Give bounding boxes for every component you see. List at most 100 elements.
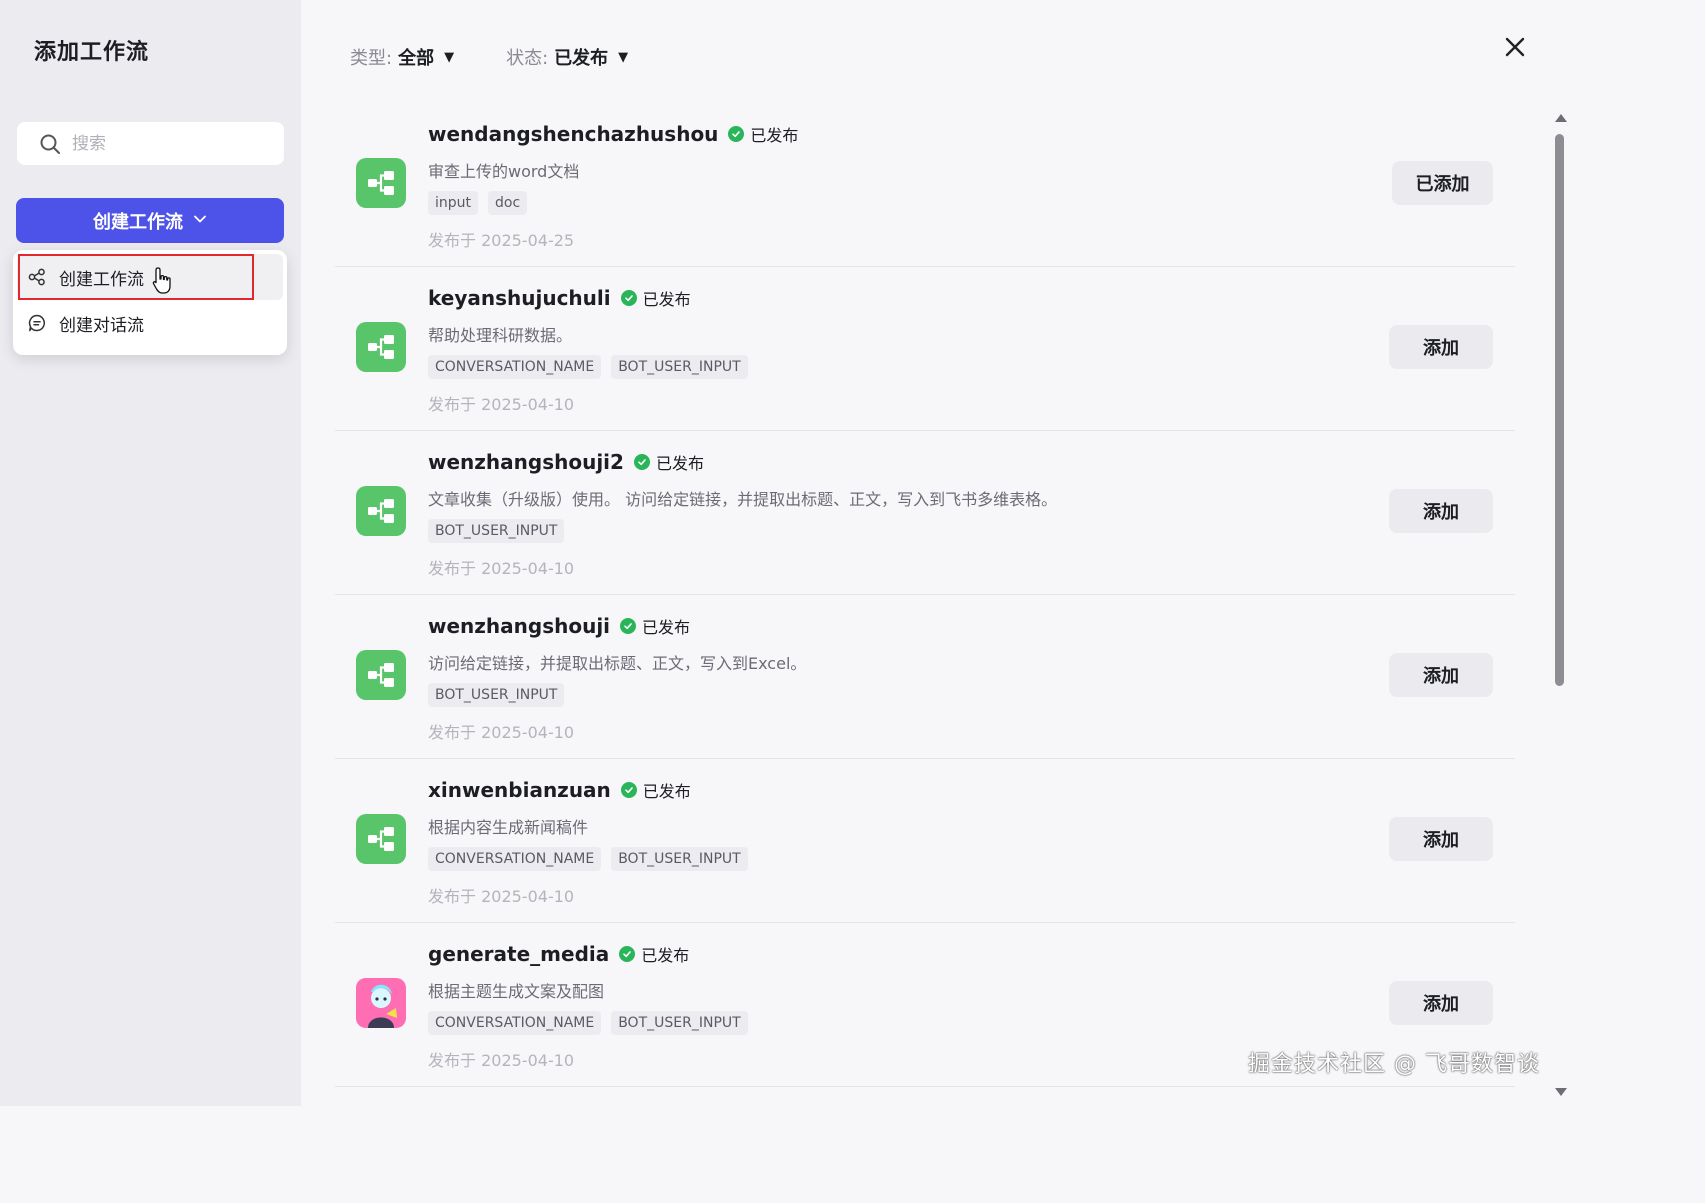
menu-item-label: 创建工作流 [59,269,144,290]
status-filter-label: 状态: [506,48,549,69]
item-title-row: generate_media 已发布 [428,942,689,966]
menu-item-create-workflow[interactable]: 创建工作流 [17,254,283,300]
added-button[interactable]: 已添加 [1392,161,1493,205]
param-tag: doc [488,191,528,215]
add-button[interactable]: 添加 [1389,817,1493,861]
status-badge: 已发布 [728,122,798,146]
publish-date: 发布于 2025-04-10 [428,723,575,742]
status-text: 已发布 [750,126,799,145]
publish-date: 发布于 2025-04-10 [428,395,575,414]
workflow-description: 审查上传的word文档 [428,162,580,181]
chat-icon [27,313,47,333]
publish-date: 发布于 2025-04-10 [428,887,575,906]
workflow-description: 根据内容生成新闻稿件 [428,818,589,837]
workflow-description: 帮助处理科研数据。 [428,326,573,345]
create-workflow-button-label: 创建工作流 [93,211,183,233]
watermark: 掘金技术社区 @ 飞哥数智谈 [1248,1052,1540,1077]
param-tag: input [428,191,479,215]
close-button[interactable] [1504,36,1530,62]
workflow-title: wenzhangshouji2 [428,450,624,474]
hand-cursor-icon [152,266,174,296]
param-tags: BOT_USER_INPUT [428,519,565,543]
param-tag: BOT_USER_INPUT [611,1011,748,1035]
close-icon [1504,37,1526,62]
check-circle-icon [728,126,745,142]
type-filter-label: 类型: [350,48,393,69]
create-workflow-button[interactable]: 创建工作流 [16,198,284,243]
workflow-icon [356,650,406,700]
status-badge: 已发布 [619,942,689,966]
avatar-image [356,978,406,1028]
workflow-icon [356,486,406,536]
scroll-down-icon[interactable] [1555,1088,1567,1096]
create-dropdown-menu: 创建工作流 创建对话流 [13,250,287,355]
item-title-row: wendangshenchazhushou 已发布 [428,122,798,146]
add-button[interactable]: 添加 [1389,489,1493,533]
check-circle-icon [620,290,637,306]
item-title-row: wenzhangshouji 已发布 [428,614,690,638]
type-filter-value: 全部 [398,48,435,69]
param-tags: CONVERSATION_NAME BOT_USER_INPUT [428,847,748,871]
workflow-title: xinwenbianzuan [428,778,611,802]
check-circle-icon [620,618,637,634]
search-icon [39,133,61,155]
item-title-row: keyanshujuchuli 已发布 [428,286,691,310]
status-text: 已发布 [642,618,691,637]
param-tag: BOT_USER_INPUT [428,683,565,707]
workflow-icon [356,322,406,372]
workflow-list: wendangshenchazhushou 已发布 审查上传的word文档 in… [335,103,1515,1087]
check-circle-icon [633,454,650,470]
workflow-list-item: keyanshujuchuli 已发布 帮助处理科研数据。 CONVERSATI… [335,267,1515,431]
item-title-row: xinwenbianzuan 已发布 [428,778,691,802]
status-badge: 已发布 [633,450,704,474]
scroll-thumb[interactable] [1555,134,1564,686]
sidebar-title: 添加工作流 [34,40,150,65]
param-tag: BOT_USER_INPUT [428,519,565,543]
workflow-list-item: wenzhangshouji 已发布 访问给定链接，并提取出标题、正文，写入到E… [335,595,1515,759]
workflow-title: wenzhangshouji [428,614,611,638]
workflow-title: wendangshenchazhushou [428,122,719,146]
add-button[interactable]: 添加 [1389,981,1493,1025]
caret-down-icon: ▼ [444,49,455,65]
status-text: 已发布 [642,782,691,801]
scroll-up-icon[interactable] [1555,114,1567,122]
status-badge: 已发布 [620,614,690,638]
publish-date: 发布于 2025-04-25 [428,231,575,250]
workflow-description: 访问给定链接，并提取出标题、正文，写入到Excel。 [428,654,807,673]
publish-date: 发布于 2025-04-10 [428,559,575,578]
workflow-title: keyanshujuchuli [428,286,611,310]
param-tags: CONVERSATION_NAME BOT_USER_INPUT [428,1011,748,1035]
add-button[interactable]: 添加 [1389,325,1493,369]
workflow-description: 根据主题生成文案及配图 [428,982,605,1001]
param-tag: CONVERSATION_NAME [428,847,602,871]
caret-down-icon: ▼ [618,49,629,65]
status-text: 已发布 [641,946,690,965]
param-tags: CONVERSATION_NAME BOT_USER_INPUT [428,355,748,379]
filter-bar: 类型: 全部 ▼ 状态: 已发布 ▼ [350,44,628,70]
type-filter[interactable]: 类型: 全部 ▼ [350,44,454,70]
status-filter[interactable]: 状态: 已发布 ▼ [506,44,628,70]
menu-item-label: 创建对话流 [59,315,144,336]
chevron-down-icon [193,210,207,231]
workflow-icon [27,267,47,287]
workflow-list-item: xinwenbianzuan 已发布 根据内容生成新闻稿件 CONVERSATI… [335,759,1515,923]
param-tag: BOT_USER_INPUT [611,355,748,379]
search-input[interactable] [72,133,272,154]
workflow-title: generate_media [428,942,610,966]
add-button[interactable]: 添加 [1389,653,1493,697]
search-box[interactable] [17,122,284,165]
param-tags: input doc [428,191,528,215]
scrollbar[interactable] [1550,110,1568,1106]
status-filter-value: 已发布 [554,48,609,69]
status-text: 已发布 [655,454,704,473]
workflow-list-item: wenzhangshouji2 已发布 文章收集（升级版）使用。 访问给定链接，… [335,431,1515,595]
sidebar: 添加工作流 创建工作流 创建工作 [0,0,301,1106]
workflow-description: 文章收集（升级版）使用。 访问给定链接，并提取出标题、正文，写入到飞书多维表格。 [428,490,1058,509]
check-circle-icon [619,946,636,962]
workflow-list-item: wendangshenchazhushou 已发布 审查上传的word文档 in… [335,103,1515,267]
main-panel: 类型: 全部 ▼ 状态: 已发布 ▼ wendangshenchazhushou… [301,0,1568,1106]
menu-item-create-chatflow[interactable]: 创建对话流 [17,300,283,346]
status-badge: 已发布 [620,778,691,802]
param-tag: BOT_USER_INPUT [611,847,748,871]
status-badge: 已发布 [620,286,691,310]
